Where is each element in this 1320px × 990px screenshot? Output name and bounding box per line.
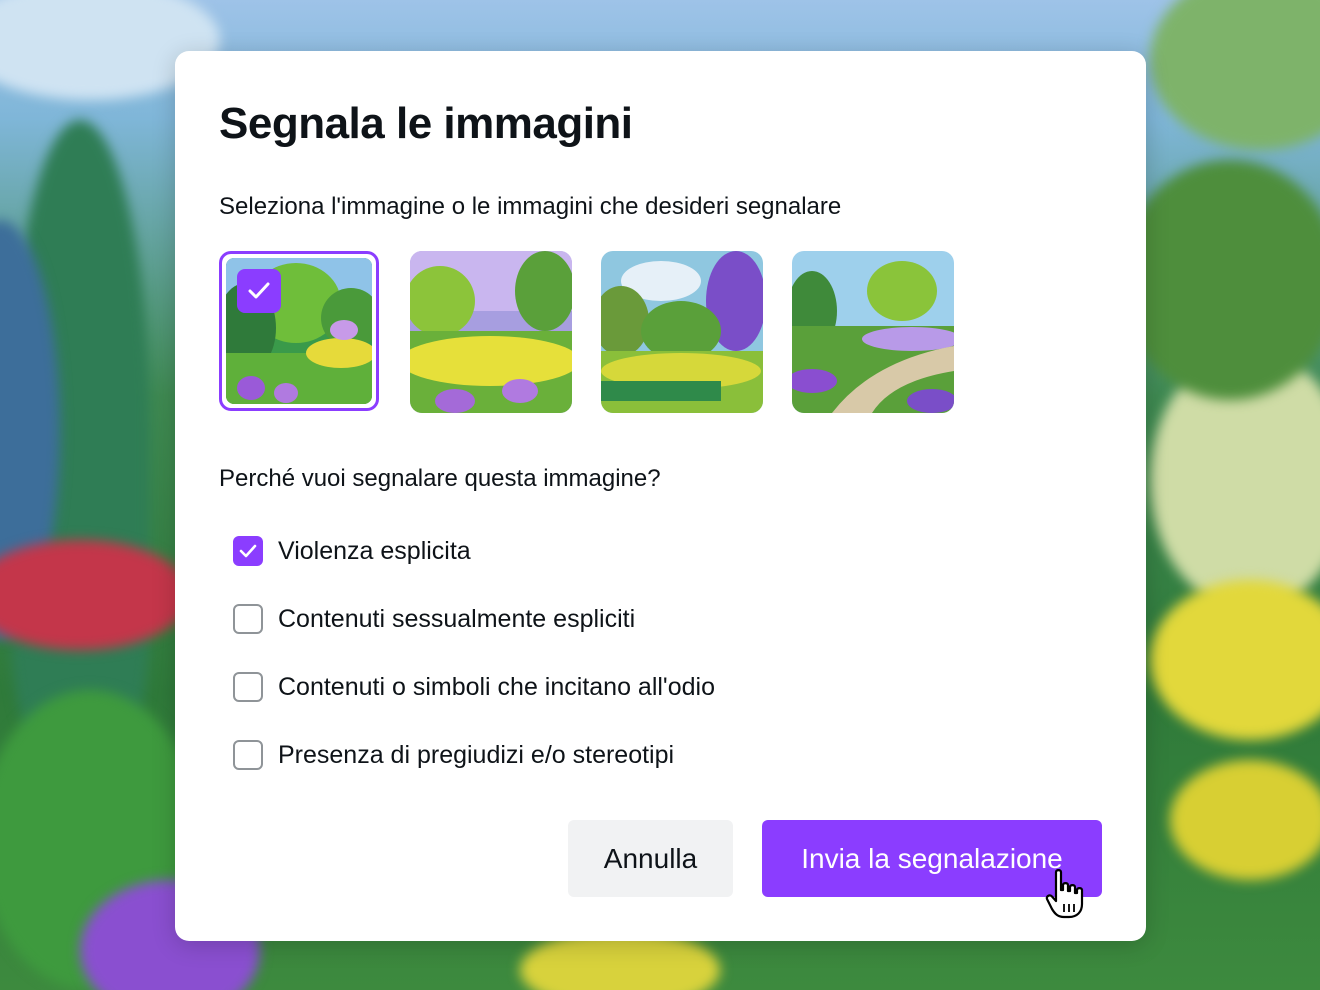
dialog-title: Segnala le immagini [219, 99, 633, 148]
checkbox-unchecked[interactable] [233, 672, 263, 702]
reason-label: Contenuti sessualmente espliciti [278, 604, 636, 633]
checkbox-checked[interactable] [233, 536, 263, 566]
reason-question: Perché vuoi segnalare questa immagine? [219, 465, 661, 492]
image-option-4[interactable] [792, 251, 954, 413]
checkbox-unchecked[interactable] [233, 604, 263, 634]
reason-option-sexual-content[interactable]: Contenuti sessualmente espliciti [233, 599, 635, 639]
checkmark-icon [237, 269, 281, 313]
reason-option-graphic-violence[interactable]: Violenza esplicita [233, 531, 471, 571]
image-thumbnail [410, 251, 572, 413]
reason-label: Violenza esplicita [278, 536, 471, 565]
dialog-subtitle: Seleziona l'immagine o le immagini che d… [219, 193, 842, 220]
image-option-1[interactable] [219, 251, 379, 411]
image-thumbnail [792, 251, 954, 413]
image-option-2[interactable] [410, 251, 572, 413]
reason-option-hate-symbols[interactable]: Contenuti o simboli che incitano all'odi… [233, 667, 715, 707]
image-thumbnail [601, 251, 763, 413]
reason-label: Presenza di pregiudizi e/o stereotipi [278, 740, 675, 769]
hand-pointer-icon [1045, 869, 1084, 919]
image-thumbnail [226, 258, 372, 404]
reason-label: Contenuti o simboli che incitano all'odi… [278, 672, 715, 701]
reason-option-bias-stereotypes[interactable]: Presenza di pregiudizi e/o stereotipi [233, 735, 674, 775]
cancel-button[interactable]: Annulla [568, 820, 733, 897]
checkmark-icon [239, 544, 257, 558]
image-option-3[interactable] [601, 251, 763, 413]
report-images-dialog: Segnala le immagini Seleziona l'immagine… [175, 51, 1146, 941]
image-selection-row [219, 251, 959, 415]
checkbox-unchecked[interactable] [233, 740, 263, 770]
